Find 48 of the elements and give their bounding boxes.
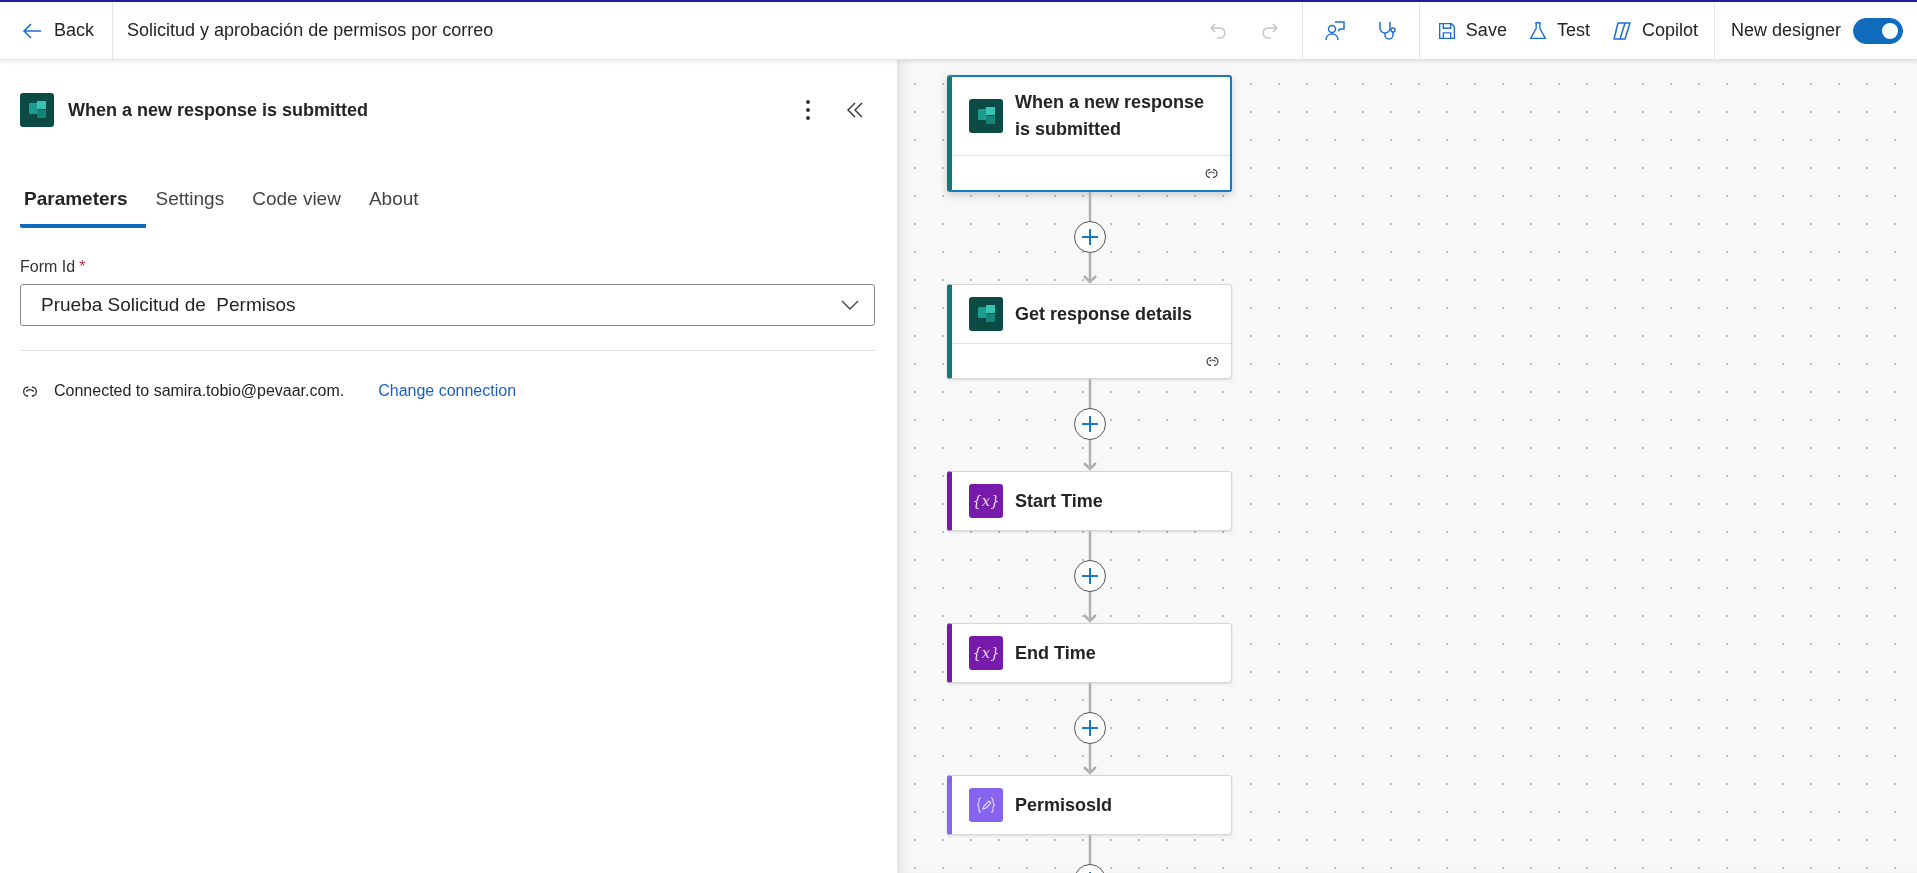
flow-step-card[interactable]: {x} Start Time	[947, 471, 1232, 531]
step-title: When a new response is submitted	[1015, 91, 1206, 141]
flow-step-card[interactable]: {x} End Time	[947, 623, 1232, 683]
change-connection-link[interactable]: Change connection	[378, 382, 517, 400]
required-mark: *	[79, 258, 86, 276]
add-step-button[interactable]	[1073, 560, 1106, 592]
plus-icon	[1079, 566, 1100, 586]
panel-tab[interactable]: About	[364, 178, 437, 228]
flow-step-card[interactable]: Get response details	[947, 284, 1232, 379]
flow-step-card[interactable]: When a new response is submitted	[947, 75, 1232, 192]
new-designer-toggle[interactable]	[1853, 17, 1903, 44]
link-icon	[20, 383, 40, 399]
chevron-down-icon	[840, 299, 860, 311]
new-designer-label: New designer	[1729, 20, 1842, 41]
add-step-button[interactable]	[1073, 712, 1106, 744]
double-chevron-icon	[845, 100, 865, 120]
test-button[interactable]: Test	[1516, 2, 1600, 59]
panel-tab[interactable]: Settings	[151, 178, 243, 228]
form-id-label: Form Id	[20, 258, 76, 276]
variable-edit-icon	[969, 788, 1003, 822]
step-title: Start Time	[1015, 489, 1103, 513]
form-id-dropdown[interactable]: Prueba Solicitud de Permisos	[20, 284, 875, 326]
link-icon	[1204, 354, 1221, 368]
panel-tab[interactable]: Parameters	[20, 178, 146, 228]
person-chat-icon	[1322, 18, 1347, 43]
variable-icon: {x}	[969, 636, 1003, 670]
plus-icon	[1079, 718, 1100, 738]
flow-title: Solicitud y aprobación de permisos por correo	[126, 20, 494, 41]
panel-title: When a new response is submitted	[68, 99, 369, 121]
forms-app-icon	[969, 99, 1003, 133]
more-icon	[805, 99, 811, 121]
panel-tab[interactable]: Code view	[248, 178, 359, 228]
plus-icon	[1079, 414, 1100, 434]
step-title: End Time	[1015, 641, 1096, 665]
plus-icon	[1079, 227, 1100, 247]
add-step-button[interactable]	[1073, 408, 1106, 440]
forms-app-icon	[20, 93, 54, 127]
save-button[interactable]: Save	[1425, 2, 1517, 59]
step-title: Get response details	[1015, 302, 1193, 326]
flow-step-card[interactable]: PermisosId	[947, 775, 1232, 835]
back-button[interactable]: Back	[0, 2, 114, 59]
add-step-button[interactable]	[1073, 221, 1106, 253]
step-title: PermisosId	[1015, 793, 1113, 817]
variable-icon: {x}	[969, 484, 1003, 518]
connection-text: Connected to samira.tobio@pevaar.com.	[54, 382, 345, 400]
link-icon	[1203, 166, 1220, 180]
copilot-button[interactable]: Copilot	[1599, 2, 1708, 59]
forms-app-icon	[969, 297, 1003, 331]
